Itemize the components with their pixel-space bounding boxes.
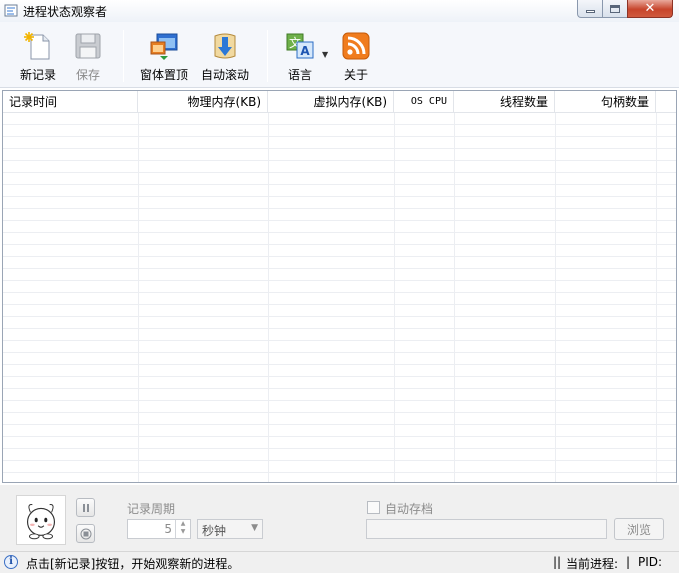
column-gridline xyxy=(268,113,269,482)
close-button[interactable]: ✕ xyxy=(627,0,673,18)
save-button[interactable]: 保存 xyxy=(66,26,110,84)
minimize-button[interactable] xyxy=(577,0,603,18)
chevron-down-icon: ▼ xyxy=(251,523,258,533)
record-period-value: 5 xyxy=(164,522,172,536)
topmost-button[interactable]: 窗体置顶 xyxy=(136,26,192,84)
column-header-time[interactable]: 记录时间 xyxy=(3,91,138,113)
about-label: 关于 xyxy=(343,68,368,82)
period-unit-select[interactable]: 秒钟 ▼ xyxy=(197,519,263,539)
autoscroll-label: 自动滚动 xyxy=(200,68,249,82)
window-title: 进程状态观察者 xyxy=(23,5,108,19)
language-dropdown-icon[interactable]: ▼ xyxy=(322,50,328,59)
status-separator: | xyxy=(626,555,631,569)
svg-text:A: A xyxy=(300,44,310,58)
status-bar: i 点击[新记录]按钮，开始观察新的进程。 || 当前进程: | PID: xyxy=(0,551,679,573)
spin-arrows-icon[interactable]: ▲ ▼ xyxy=(175,520,190,538)
column-header-handles[interactable]: 句柄数量 xyxy=(555,91,656,113)
info-icon: i xyxy=(4,555,18,569)
pause-button[interactable] xyxy=(76,498,95,517)
column-gridline xyxy=(656,113,657,482)
maximize-icon xyxy=(610,4,620,13)
close-icon: ✕ xyxy=(644,1,656,16)
record-period-label: 记录周期 xyxy=(127,502,176,516)
new-record-label: 新记录 xyxy=(19,68,56,82)
record-period-stepper[interactable]: 5 ▲ ▼ xyxy=(127,519,191,539)
new-document-icon xyxy=(24,32,50,60)
app-window: 进程状态观察者 ✕ 新记录 保存 窗体置顶 自动滚动 文 A 语言 ▼ 关于 记… xyxy=(0,0,679,573)
column-header-virtual-memory-text: 虚拟内存(KB) xyxy=(313,95,387,109)
stop-button[interactable] xyxy=(76,524,95,543)
column-header-os-cpu[interactable]: OS CPU xyxy=(394,91,454,113)
column-header-virtual-memory[interactable]: 虚拟内存(KB) xyxy=(268,91,394,113)
language-label: 语言 xyxy=(287,68,312,82)
current-process-label: 当前进程: xyxy=(566,557,619,571)
status-message: 点击[新记录]按钮，开始观察新的进程。 xyxy=(26,557,240,571)
process-record-list[interactable]: 记录时间 物理内存(KB) 虚拟内存(KB) OS CPU 线程数量 句柄数量 xyxy=(2,90,677,483)
pid-label: PID: xyxy=(638,555,663,569)
browse-button[interactable]: 浏览 xyxy=(614,518,664,540)
control-panel: 记录周期 5 ▲ ▼ 秒钟 ▼ 自动存档 浏览 xyxy=(0,485,679,551)
toolbar: 新记录 保存 窗体置顶 自动滚动 文 A 语言 ▼ 关于 xyxy=(0,22,679,88)
autosave-checkbox[interactable] xyxy=(367,501,380,514)
column-gridline xyxy=(454,113,455,482)
period-unit-value: 秒钟 xyxy=(202,524,227,538)
translate-icon: 文 A xyxy=(286,33,314,59)
toolbar-separator xyxy=(123,30,124,82)
column-gridline xyxy=(555,113,556,482)
autoscroll-button[interactable]: 自动滚动 xyxy=(198,26,252,84)
column-gridline xyxy=(394,113,395,482)
window-pin-icon xyxy=(150,33,178,60)
status-separator: || xyxy=(553,555,562,569)
save-label: 保存 xyxy=(75,68,100,82)
list-header: 记录时间 物理内存(KB) 虚拟内存(KB) OS CPU 线程数量 句柄数量 xyxy=(3,91,676,113)
column-header-physical-memory[interactable]: 物理内存(KB) xyxy=(138,91,268,113)
minimize-icon xyxy=(585,10,595,13)
new-record-button[interactable]: 新记录 xyxy=(14,26,62,84)
pause-icon xyxy=(82,503,89,512)
floppy-disk-icon xyxy=(75,33,101,59)
list-body[interactable] xyxy=(3,113,676,482)
about-button[interactable]: 关于 xyxy=(338,26,374,84)
column-gridline xyxy=(138,113,139,482)
language-button[interactable]: 文 A 语言 xyxy=(282,26,318,84)
maximize-button[interactable] xyxy=(602,0,628,18)
app-icon xyxy=(4,4,18,17)
title-bar: 进程状态观察者 ✕ xyxy=(0,0,679,22)
autosave-label: 自动存档 xyxy=(385,502,434,516)
stop-icon xyxy=(80,528,91,539)
column-header-threads[interactable]: 线程数量 xyxy=(454,91,555,113)
save-path-input[interactable] xyxy=(366,519,607,539)
mascot-image xyxy=(16,495,66,545)
rss-icon xyxy=(342,32,370,60)
column-header-physical-memory-text: 物理内存(KB) xyxy=(187,95,261,109)
scroll-down-icon xyxy=(214,33,236,59)
topmost-label: 窗体置顶 xyxy=(139,68,188,82)
toolbar-separator xyxy=(267,30,268,82)
